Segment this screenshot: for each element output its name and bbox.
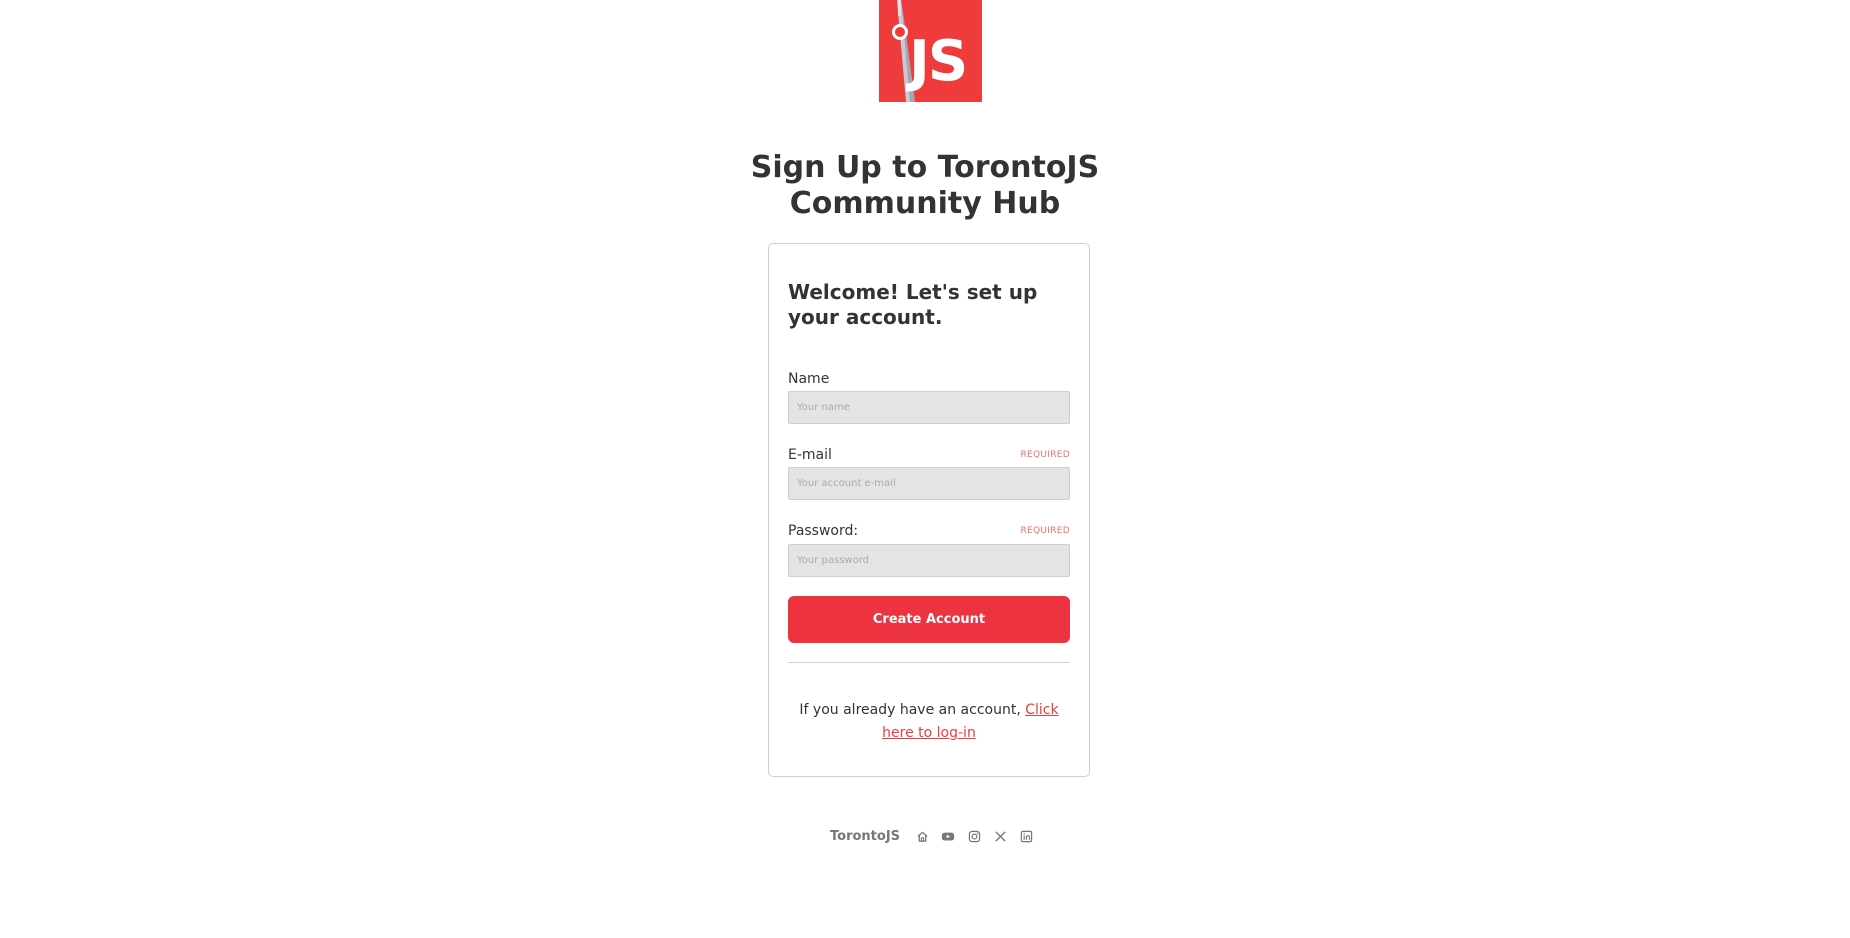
- signup-card: Welcome! Let's set up your account. Name…: [768, 243, 1090, 777]
- page-title: Sign Up to TorontoJS Community Hub: [750, 150, 1100, 221]
- footer-brand: TorontoJS: [830, 828, 901, 844]
- footer: TorontoJS: [830, 826, 1044, 846]
- name-label: Name: [788, 371, 830, 387]
- instagram-icon[interactable]: [966, 828, 982, 844]
- password-input[interactable]: [788, 544, 1070, 577]
- create-account-button[interactable]: Create Account: [788, 596, 1070, 643]
- password-label: Password:: [788, 523, 859, 539]
- youtube-icon[interactable]: [940, 828, 956, 844]
- logo-text: JS: [909, 29, 968, 94]
- torontojs-logo: JS: [879, 0, 982, 102]
- linkedin-icon[interactable]: [1018, 828, 1034, 844]
- home-icon[interactable]: [914, 828, 930, 844]
- name-input[interactable]: [788, 391, 1070, 424]
- email-input[interactable]: [788, 467, 1070, 500]
- login-prompt: If you already have an account, Click he…: [788, 699, 1070, 745]
- welcome-heading: Welcome! Let's set up your account.: [788, 280, 1038, 329]
- login-prompt-text: If you already have an account,: [799, 702, 1021, 718]
- email-required-badge: REQUIRED: [1020, 450, 1070, 460]
- signup-page: JS Sign Up to TorontoJS Community Hub We…: [0, 0, 1850, 938]
- x-icon[interactable]: [992, 828, 1008, 844]
- divider: [788, 662, 1070, 663]
- password-required-badge: REQUIRED: [1020, 526, 1070, 536]
- email-label: E-mail: [788, 447, 832, 463]
